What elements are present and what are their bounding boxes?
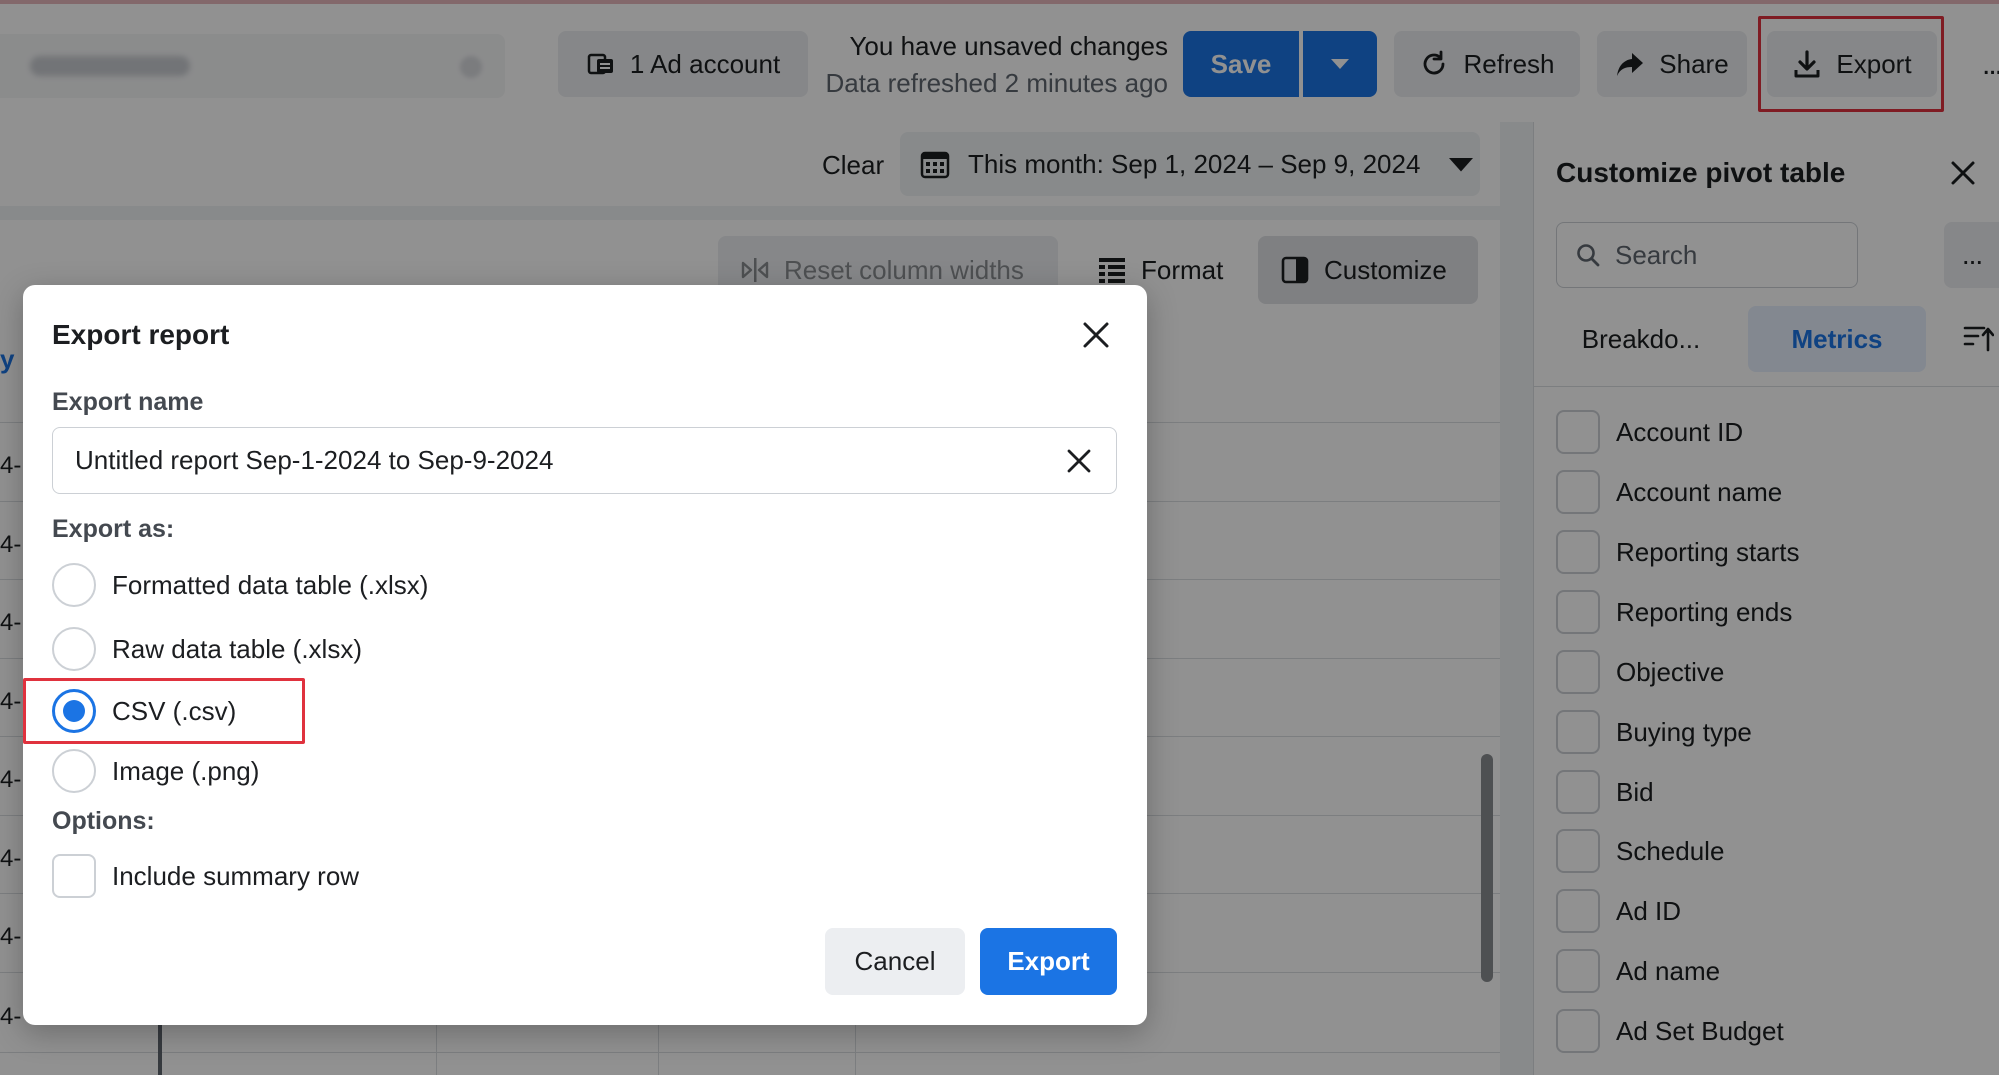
format-option-formatted-xlsx[interactable]: Formatted data table (.xlsx) [52, 562, 428, 608]
include-summary-label: Include summary row [112, 860, 360, 891]
format-option-label: Formatted data table (.xlsx) [112, 569, 429, 600]
radio-button[interactable] [52, 749, 96, 793]
dialog-title: Export report [52, 319, 230, 350]
include-summary-row-option[interactable]: Include summary row [52, 853, 359, 899]
clear-input-icon[interactable] [1065, 447, 1093, 475]
export-as-label: Export as: [52, 515, 175, 543]
close-icon[interactable] [1080, 319, 1112, 351]
format-option-png[interactable]: Image (.png) [52, 748, 259, 794]
format-option-raw-xlsx[interactable]: Raw data table (.xlsx) [52, 626, 362, 672]
format-option-label: Image (.png) [112, 755, 260, 786]
cancel-button[interactable]: Cancel [825, 928, 965, 995]
include-summary-checkbox[interactable] [52, 854, 96, 898]
options-label: Options: [52, 807, 155, 835]
export-report-dialog: Export report Export name Untitled repor… [23, 285, 1147, 1025]
radio-button[interactable] [52, 563, 96, 607]
export-confirm-button[interactable]: Export [980, 928, 1117, 995]
format-option-label: Raw data table (.xlsx) [112, 633, 362, 664]
csv-option-highlight [23, 678, 305, 744]
export-name-input[interactable]: Untitled report Sep-1-2024 to Sep-9-2024 [52, 427, 1117, 494]
export-name-label: Export name [52, 388, 204, 416]
radio-button[interactable] [52, 627, 96, 671]
